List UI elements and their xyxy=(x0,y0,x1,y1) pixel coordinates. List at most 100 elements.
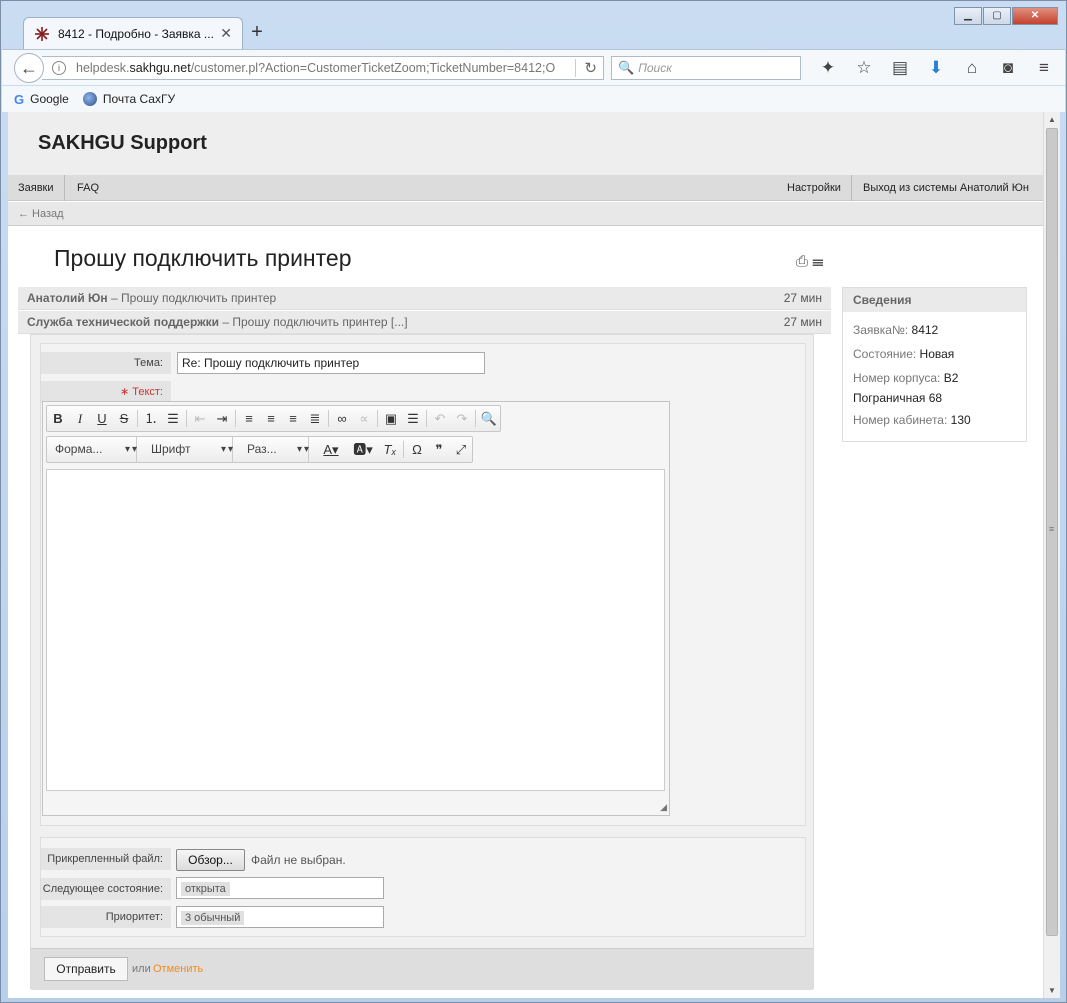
link-icon[interactable]: ∞ xyxy=(331,406,353,431)
window-close-button[interactable]: ✕ xyxy=(1012,7,1058,25)
bookmark-label: Google xyxy=(30,92,69,106)
bulleted-list-icon[interactable]: ☰ xyxy=(162,406,184,431)
bookmark-mail[interactable]: Почта СахГУ xyxy=(82,92,176,106)
toolbar-icons: ✦ ☆ ▤ ⬇ ⌂ ◙ ≡ xyxy=(810,56,1062,80)
resize-handle-icon[interactable]: ◢ xyxy=(660,802,667,813)
cancel-link[interactable]: Отменить xyxy=(153,963,203,975)
reload-icon[interactable]: ↻ xyxy=(575,59,597,77)
article-row[interactable]: Служба технической поддержки – Прошу под… xyxy=(18,311,831,334)
find-icon[interactable]: 🔍 xyxy=(478,406,500,431)
globe-icon xyxy=(82,92,97,106)
attachment-box: Прикрепленный файл: Обзор... Файл не выб… xyxy=(40,837,806,937)
site-header: SAKHGU Support xyxy=(8,112,1043,175)
strikethrough-button[interactable]: S xyxy=(113,406,135,431)
menu-faq[interactable]: FAQ xyxy=(67,175,109,201)
article-from: Анатолий Юн xyxy=(27,291,108,305)
print-icon[interactable]: ⎙ xyxy=(796,253,808,270)
search-input[interactable]: 🔍 Поиск xyxy=(611,56,801,80)
scroll-grip-icon: ≡ xyxy=(1049,524,1055,534)
next-state-label: Следующее состояние: xyxy=(41,878,171,900)
align-justify-icon[interactable]: ≣ xyxy=(304,406,326,431)
info-room: Номер кабинета: 130 xyxy=(853,413,971,427)
info-heading: Сведения xyxy=(843,288,1026,312)
remove-format-icon[interactable]: Tₓ xyxy=(379,437,401,462)
page-viewport: SAKHGU Support Заявки FAQ Настройки Выхо… xyxy=(8,112,1043,998)
ticket-info-box: Сведения Заявка№: 8412 Состояние: Новая … xyxy=(842,287,1027,442)
addon-icon[interactable]: ✦ xyxy=(810,56,846,80)
maximize-button[interactable]: ▢ xyxy=(983,7,1011,25)
image-icon[interactable]: ▣ xyxy=(380,406,402,431)
undo-icon[interactable]: ↶ xyxy=(429,406,451,431)
background-color-icon[interactable]: 🅰▾ xyxy=(347,437,379,462)
font-dropdown[interactable]: Шрифт xyxy=(143,437,233,462)
align-right-icon[interactable]: ≡ xyxy=(282,406,304,431)
form-footer: Отправить или Отменить xyxy=(31,948,813,990)
numbered-list-icon[interactable]: ⒈ xyxy=(140,406,162,431)
menu-hamburger-icon[interactable]: ≡ xyxy=(1026,56,1062,80)
site-info-icon[interactable]: i xyxy=(52,61,66,75)
browser-tab[interactable]: 8412 - Подробно - Заявка ... ✕ xyxy=(23,17,243,49)
italic-button[interactable]: I xyxy=(69,406,91,431)
back-link[interactable]: ← Назад xyxy=(18,208,64,220)
redo-icon[interactable]: ↷ xyxy=(451,406,473,431)
editor-toolbar-row-2: Форма... Шрифт Раз... A▾ 🅰▾ Tₓ Ω ❞ ⤢ xyxy=(46,436,473,463)
maximize-icon[interactable]: ⤢ xyxy=(450,437,472,462)
editor-body[interactable] xyxy=(46,469,665,791)
back-arrow-icon: ← xyxy=(20,58,38,78)
horizontal-line-icon[interactable]: ☰ xyxy=(402,406,424,431)
or-text: или xyxy=(132,963,151,975)
align-left-icon[interactable]: ≡ xyxy=(238,406,260,431)
page-scrollbar[interactable]: ▲ ≡ ▼ xyxy=(1043,112,1060,998)
download-icon[interactable]: ⬇ xyxy=(918,56,954,80)
article-subject: – Прошу подключить принтер [...] xyxy=(219,315,408,329)
special-char-icon[interactable]: Ω xyxy=(406,437,428,462)
underline-button[interactable]: U xyxy=(91,406,113,431)
reading-list-icon[interactable]: ▤ xyxy=(882,56,918,80)
text-color-icon[interactable]: A▾ xyxy=(315,437,347,462)
menu-tickets[interactable]: Заявки xyxy=(8,175,65,201)
home-icon[interactable]: ⌂ xyxy=(954,56,990,80)
nav-toolbar: i helpdesk. sakhgu.net/customer.pl?Action… xyxy=(2,49,1065,85)
blockquote-icon[interactable]: ❞ xyxy=(428,437,450,462)
minimize-button[interactable]: ▁ xyxy=(954,7,982,25)
subject-input[interactable]: Re: Прошу подключить принтер xyxy=(177,352,485,374)
article-row[interactable]: Анатолий Юн – Прошу подключить принтер 2… xyxy=(18,287,831,310)
article-subject: – Прошу подключить принтер xyxy=(107,291,277,305)
url-prefix: helpdesk. xyxy=(76,61,130,75)
scroll-down-icon[interactable]: ▼ xyxy=(1048,986,1056,995)
tab-title: 8412 - Подробно - Заявка ... xyxy=(58,26,214,41)
size-dropdown[interactable]: Раз... xyxy=(239,437,309,462)
bookmarks-bar: G Google Почта СахГУ xyxy=(2,86,1065,112)
breadcrumb: ← Назад xyxy=(8,202,1043,226)
menu-settings[interactable]: Настройки xyxy=(777,175,852,201)
pocket-icon[interactable]: ◙ xyxy=(990,56,1026,80)
main-menu: Заявки FAQ Настройки Выход из системы Ан… xyxy=(8,175,1043,201)
outdent-icon[interactable]: ⇤ xyxy=(189,406,211,431)
bookmark-label: Почта СахГУ xyxy=(102,92,176,106)
url-bar[interactable]: i helpdesk. sakhgu.net/customer.pl?Action… xyxy=(42,56,604,80)
scroll-up-icon[interactable]: ▲ xyxy=(1048,115,1056,124)
bookmark-google[interactable]: G Google xyxy=(14,92,69,107)
unlink-icon[interactable]: ∝ xyxy=(353,406,375,431)
search-icon: 🔍 xyxy=(618,60,635,75)
article-age: 27 мин xyxy=(783,315,822,329)
url-path: /customer.pl?Action=CustomerTicketZoom;T… xyxy=(190,61,556,75)
attachment-label: Прикрепленный файл: xyxy=(41,848,171,870)
format-dropdown[interactable]: Форма... xyxy=(47,437,137,462)
bookmark-star-icon[interactable]: ☆ xyxy=(846,56,882,80)
menu-logout[interactable]: Выход из системы Анатолий Юн xyxy=(853,175,1039,201)
tab-close-icon[interactable]: ✕ xyxy=(220,25,232,42)
list-icon[interactable]: ☰ xyxy=(812,253,823,270)
next-state-select[interactable]: открыта xyxy=(176,877,384,899)
new-tab-button[interactable]: + xyxy=(245,21,269,44)
indent-icon[interactable]: ⇥ xyxy=(211,406,233,431)
priority-select[interactable]: 3 обычный xyxy=(176,906,384,928)
back-button[interactable]: ← xyxy=(14,53,44,83)
submit-button[interactable]: Отправить xyxy=(44,957,128,981)
browse-button[interactable]: Обзор... xyxy=(176,849,245,871)
brand-title: SAKHGU Support xyxy=(38,132,207,154)
info-state: Состояние: Новая xyxy=(853,347,955,361)
google-icon: G xyxy=(14,91,25,107)
align-center-icon[interactable]: ≡ xyxy=(260,406,282,431)
bold-button[interactable]: B xyxy=(47,406,69,431)
